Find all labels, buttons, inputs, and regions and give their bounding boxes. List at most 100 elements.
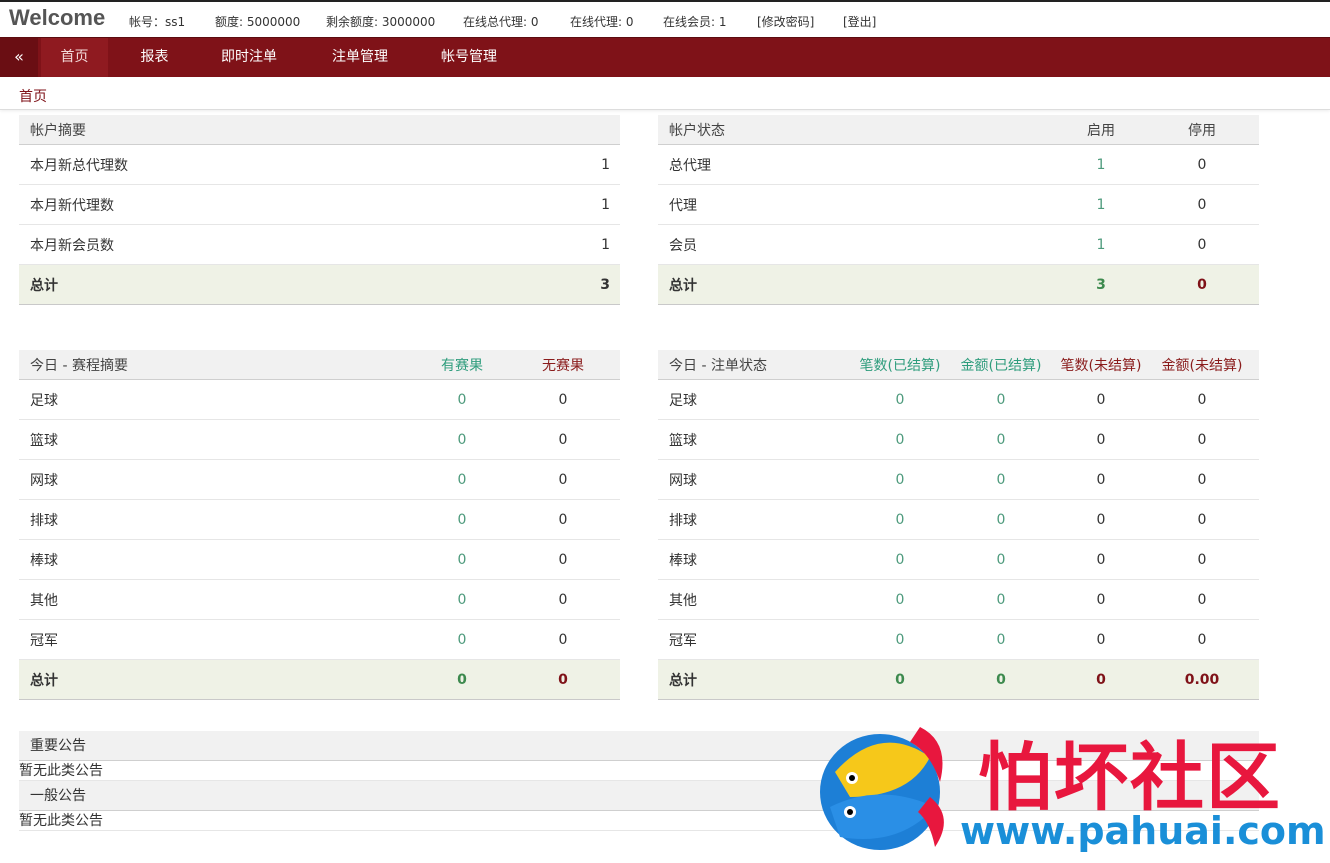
brand-title: Welcome <box>9 5 106 30</box>
breadcrumb-home[interactable]: 首页 <box>19 86 47 106</box>
row-label: 本月新代理数 <box>30 197 114 214</box>
count-unsettled-value: 0 <box>1096 551 1106 568</box>
table-row: 棒球 0 0 0 0 <box>658 540 1259 580</box>
amount-settled-value[interactable]: 0 <box>951 420 1051 459</box>
amount-settled-value[interactable]: 0 <box>951 540 1051 579</box>
count-settled-value[interactable]: 0 <box>850 540 950 579</box>
total-amount-unsettled: 0.00 <box>1184 671 1220 688</box>
amount-unsettled-value: 0 <box>1197 511 1207 528</box>
table-row: 棒球 0 0 <box>19 540 620 580</box>
row-label: 其他 <box>30 592 58 609</box>
no-result-value: 0 <box>558 551 568 568</box>
header-title: 帐户状态 <box>669 122 725 139</box>
table-row: 代理 1 0 <box>658 185 1259 225</box>
row-label: 网球 <box>30 472 58 489</box>
table-row: 冠军 0 0 0 0 <box>658 620 1259 660</box>
nav-item-live-bets[interactable]: 即时注单 <box>205 38 293 77</box>
header-has-result: 有赛果 <box>441 357 483 374</box>
fish-logo-icon <box>820 727 944 850</box>
collapse-nav-button[interactable]: « <box>0 38 38 77</box>
total-label: 总计 <box>30 277 58 294</box>
count-settled-value[interactable]: 0 <box>850 380 950 419</box>
has-result-value[interactable]: 0 <box>412 540 512 579</box>
row-label: 排球 <box>669 512 697 529</box>
count-settled-value[interactable]: 0 <box>850 460 950 499</box>
no-result-value: 0 <box>558 391 568 408</box>
row-label: 其他 <box>669 592 697 609</box>
enabled-value[interactable]: 1 <box>1051 145 1151 184</box>
table-row: 本月新总代理数 1 <box>19 145 620 185</box>
enabled-value[interactable]: 1 <box>1051 185 1151 224</box>
amount-settled-value[interactable]: 0 <box>951 620 1051 659</box>
nav-item-reports[interactable]: 报表 <box>121 38 188 77</box>
count-unsettled-value: 0 <box>1096 631 1106 648</box>
count-settled-value[interactable]: 0 <box>850 420 950 459</box>
total-disabled: 0 <box>1197 276 1207 293</box>
table-row: 排球 0 0 <box>19 500 620 540</box>
table-row: 篮球 0 0 <box>19 420 620 460</box>
account-summary-table: 帐户摘要 本月新总代理数 1 本月新代理数 1 本月新会员数 1 总计 3 <box>19 115 620 305</box>
amount-settled-value[interactable]: 0 <box>951 500 1051 539</box>
count-unsettled-value: 0 <box>1096 471 1106 488</box>
row-label: 棒球 <box>669 552 697 569</box>
watermark-url: www.pahuai.com <box>960 809 1326 853</box>
table-row: 网球 0 0 <box>19 460 620 500</box>
amount-settled-value[interactable]: 0 <box>951 580 1051 619</box>
disabled-value: 0 <box>1197 236 1207 253</box>
row-value: 1 <box>601 156 610 173</box>
has-result-value[interactable]: 0 <box>412 380 512 419</box>
nav-item-account-management[interactable]: 帐号管理 <box>427 38 511 77</box>
header-no-result: 无赛果 <box>542 357 584 374</box>
count-settled-value[interactable]: 0 <box>850 500 950 539</box>
table-row: 排球 0 0 0 0 <box>658 500 1259 540</box>
amount-settled-value[interactable]: 0 <box>951 380 1051 419</box>
amount-unsettled-value: 0 <box>1197 591 1207 608</box>
has-result-value[interactable]: 0 <box>412 460 512 499</box>
count-unsettled-value: 0 <box>1096 511 1106 528</box>
header-count-settled: 笔数(已结算) <box>859 357 941 374</box>
amount-settled-value[interactable]: 0 <box>951 460 1051 499</box>
table-row: 篮球 0 0 0 0 <box>658 420 1259 460</box>
header-title: 今日 - 注单状态 <box>669 357 767 374</box>
count-settled-value[interactable]: 0 <box>850 620 950 659</box>
has-result-value[interactable]: 0 <box>412 580 512 619</box>
total-row: 总计 3 <box>19 265 620 305</box>
total-row: 总计 0 0 <box>19 660 620 700</box>
total-value: 3 <box>600 276 610 293</box>
enabled-value[interactable]: 1 <box>1051 225 1151 264</box>
total-label: 总计 <box>669 277 697 294</box>
header-amount-unsettled: 金额(未结算) <box>1161 357 1243 374</box>
header-enabled: 启用 <box>1087 122 1115 139</box>
nav-item-bet-management[interactable]: 注单管理 <box>318 38 402 77</box>
has-result-value[interactable]: 0 <box>412 420 512 459</box>
total-label: 总计 <box>30 672 58 689</box>
count-unsettled-value: 0 <box>1096 391 1106 408</box>
amount-unsettled-value: 0 <box>1197 471 1207 488</box>
has-result-value[interactable]: 0 <box>412 620 512 659</box>
account-status-table: 帐户状态 启用 停用 总代理 1 0 代理 1 0 会员 1 0 总计 3 0 <box>658 115 1259 305</box>
total-count-settled: 0 <box>895 671 905 688</box>
no-result-value: 0 <box>558 511 568 528</box>
amount-unsettled-value: 0 <box>1197 431 1207 448</box>
change-password-link[interactable]: [修改密码] <box>757 13 814 30</box>
row-label: 足球 <box>669 392 697 409</box>
nav-item-home[interactable]: 首页 <box>41 38 108 77</box>
watermark: 怕坏社区 www.pahuai.com <box>810 712 1326 862</box>
row-label: 冠军 <box>30 632 58 649</box>
total-row: 总计 0 0 0 0.00 <box>658 660 1259 700</box>
header-count-unsettled: 笔数(未结算) <box>1060 357 1142 374</box>
table-row: 冠军 0 0 <box>19 620 620 660</box>
header-title: 帐户摘要 <box>30 122 86 139</box>
logout-link[interactable]: [登出] <box>843 13 876 30</box>
header-title: 今日 - 赛程摘要 <box>30 357 128 374</box>
table-header: 帐户摘要 <box>19 115 620 145</box>
row-label: 网球 <box>669 472 697 489</box>
count-settled-value[interactable]: 0 <box>850 580 950 619</box>
disabled-value: 0 <box>1197 196 1207 213</box>
disabled-value: 0 <box>1197 156 1207 173</box>
row-label: 会员 <box>669 237 697 254</box>
total-count-unsettled: 0 <box>1096 671 1106 688</box>
row-label: 代理 <box>669 197 697 214</box>
count-unsettled-value: 0 <box>1096 431 1106 448</box>
has-result-value[interactable]: 0 <box>412 500 512 539</box>
